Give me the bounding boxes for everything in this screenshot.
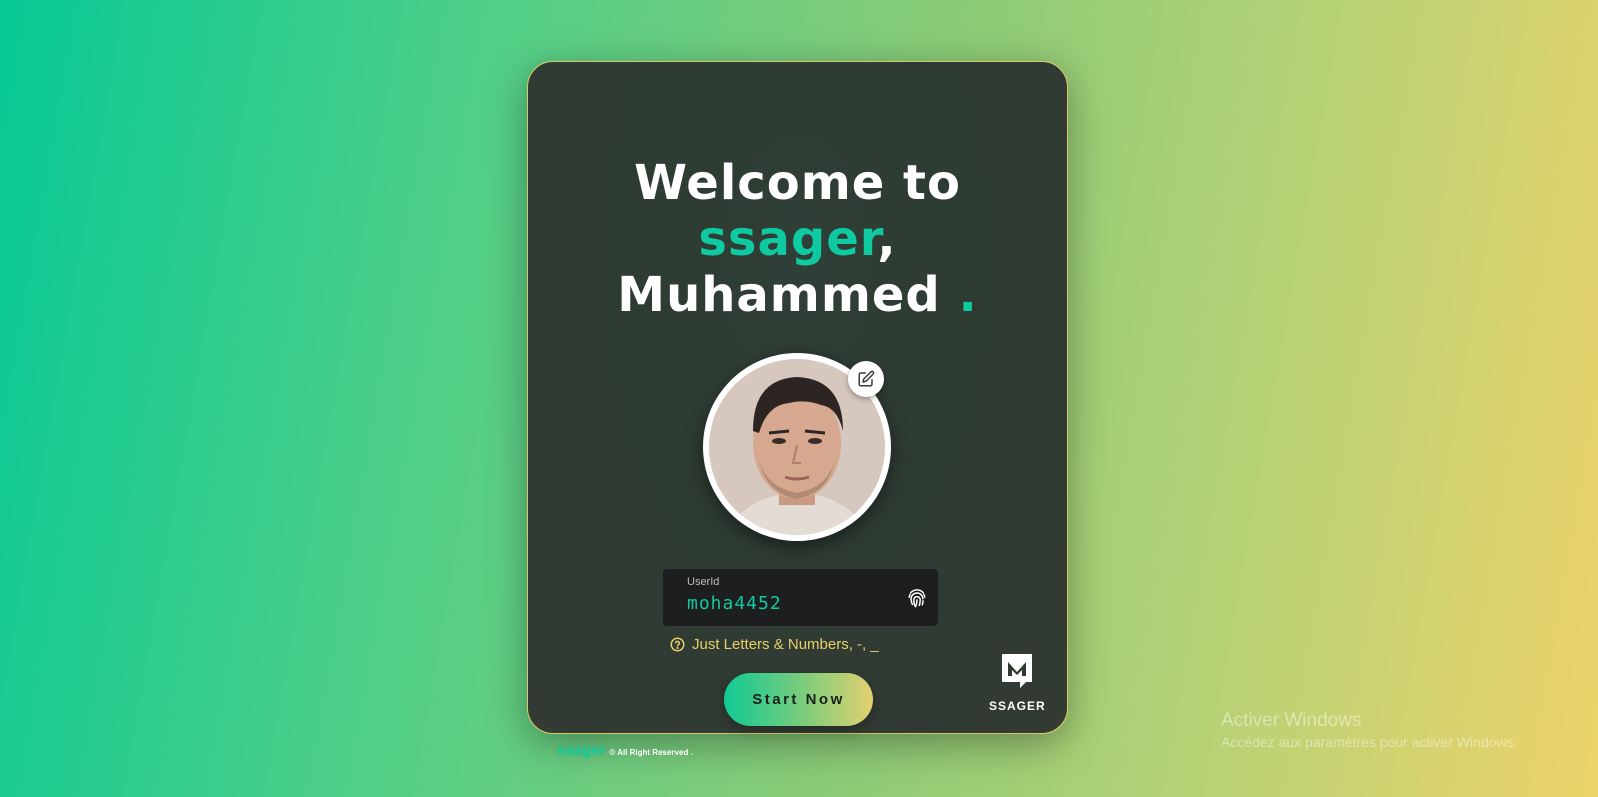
welcome-card: Welcome to ssager, Muhammed . UserId moh… [527,61,1068,734]
user-name: Muhammed [617,267,941,323]
footer-copyright: © All Right Reserved . [609,748,693,757]
watermark-title: Activer Windows [1221,710,1362,731]
welcome-heading: Welcome to ssager, Muhammed . [528,155,1067,323]
edit-avatar-button[interactable] [848,361,884,397]
userid-hint: Just Letters & Numbers, -, _ [670,636,879,653]
fingerprint-icon [908,589,926,608]
start-now-button[interactable]: Start Now [724,673,873,726]
footer: ssager © All Right Reserved . [557,742,693,759]
windows-activation-watermark: Activer Windows Accédez aux paramètres p… [1221,710,1517,750]
brand-name: ssager [698,211,878,267]
userid-input[interactable] [687,589,887,617]
userid-field: UserId [663,569,938,626]
hint-text: Just Letters & Numbers, -, _ [692,636,879,653]
welcome-line1: Welcome to [634,155,961,211]
userid-label: UserId [687,576,720,588]
ssager-logo: SSAGER [989,652,1045,713]
ssager-logo-icon [1002,654,1032,688]
help-circle-icon [670,637,685,652]
footer-brand[interactable]: ssager [557,742,605,759]
accent-dot: . [958,267,978,323]
logo-text: SSAGER [989,699,1046,713]
edit-icon [858,370,875,387]
brand-comma: , [877,211,897,267]
watermark-subtitle: Accédez aux paramètres pour activer Wind… [1221,734,1518,750]
